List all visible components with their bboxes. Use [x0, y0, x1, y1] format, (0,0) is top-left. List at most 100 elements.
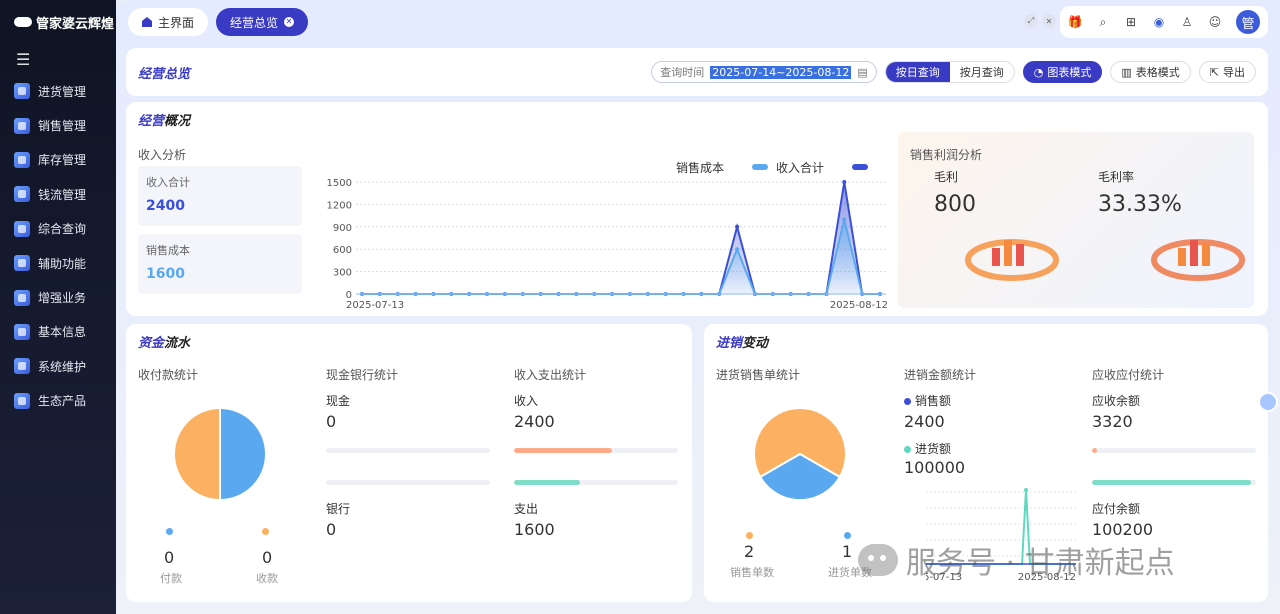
avatar[interactable]: 管 [1236, 10, 1260, 34]
sidebar-item-query[interactable]: 综合查询 [0, 212, 116, 246]
calendar-icon[interactable]: ▤ [857, 66, 867, 79]
income-label: 收入 [514, 394, 539, 408]
book-icon: ▥ [1121, 65, 1132, 79]
x-tick-label: 2025-08-12 [830, 300, 888, 311]
income-total-value: 2400 [146, 198, 185, 214]
cashflow-icon [14, 186, 30, 203]
receivable-value: 3320 [1092, 412, 1133, 431]
app-logo[interactable]: 管家婆云辉煌 [0, 0, 116, 44]
close-icon[interactable]: ✕ [284, 17, 295, 27]
gross-margin-label: 毛利率 [1098, 170, 1135, 184]
tab-bar: 主界面 经营总览 ✕ ⤢ ✕ ⌄ 🎁 ⌕ ⊞ ◉ ♙ ☺ 管 [116, 0, 1280, 44]
income-chart: 销售成本 收入合计1500120090060030002025-07-13 2025… [327, 160, 888, 311]
top-toolbar: 🎁 ⌕ ⊞ ◉ ♙ ☺ 管 [1060, 6, 1268, 38]
sidebar-item-purchase[interactable]: 进货管理 [0, 74, 116, 108]
user-icon[interactable]: ♙ [1180, 15, 1194, 29]
sales-legend-dot [746, 532, 753, 539]
sidebar-item-ecosystem[interactable]: 生态产品 [0, 384, 116, 418]
pie-slice[interactable] [219, 406, 267, 502]
purchase-count: 1 [842, 542, 853, 561]
series-line [362, 219, 880, 295]
income-bar-fill [514, 448, 613, 453]
data-point[interactable] [735, 247, 740, 252]
query-icon [14, 220, 30, 237]
y-tick-label: 900 [333, 223, 352, 234]
data-point[interactable] [842, 180, 847, 184]
income-bar [514, 448, 678, 453]
filter-bar: 查询时间 2025-07-14~2025-08-12 ▤ 按日查询 按月查询 ◔… [651, 61, 1256, 83]
cost-box: 销售成本 1600 [138, 234, 302, 294]
sales-icon [14, 117, 30, 134]
sidebar-item-sales[interactable]: 销售管理 [0, 108, 116, 142]
search-icon[interactable]: ⌕ [1096, 15, 1110, 29]
sidebar-item-basic-info[interactable]: 基本信息 [0, 315, 116, 349]
sidebar-item-auxiliary[interactable]: 辅助功能 [0, 246, 116, 280]
pie-slice[interactable] [173, 406, 221, 502]
sidebar-nav: 进货管理 销售管理 库存管理钱流管理综合查询 辅助功能 增强业务 基本信息系统维护生态产品 [0, 74, 116, 418]
inventory-icon [14, 151, 30, 168]
y-tick-label: 300 [333, 268, 352, 279]
expense-bar-fill [514, 480, 580, 485]
cost-value: 1600 [146, 266, 185, 282]
receive-label: 收款 [256, 572, 278, 585]
series-area [362, 182, 880, 294]
bank-value: 0 [326, 520, 337, 539]
gift-icon[interactable]: 🎁 [1068, 15, 1083, 29]
enhanced-icon [14, 289, 30, 306]
sales-amount-label: 销售额 [904, 392, 951, 409]
cash-bar [326, 448, 490, 453]
funds-card: 资金流水 收付款统计 0 0 付款 收款 现金银行统计 现金 0 银行 0 收入… [126, 324, 692, 602]
sidebar-item-label: 生态产品 [38, 394, 87, 409]
receive-legend-dot [262, 528, 269, 535]
auxiliary-icon [14, 255, 30, 272]
apps-icon[interactable]: ⊞ [1124, 15, 1138, 29]
floating-avatar[interactable] [1258, 392, 1278, 412]
by-day-button[interactable]: 按日查询 [885, 62, 950, 82]
chat-icon[interactable]: ☺ [1208, 15, 1222, 29]
sidebar-item-inventory[interactable]: 库存管理 [0, 143, 116, 177]
gross-margin-value: 33.33% [1098, 192, 1182, 217]
orders-pie-chart [753, 407, 847, 501]
receivable-bar [1092, 448, 1256, 453]
expense-label: 支出 [514, 502, 539, 516]
purchase-amount-value: 100000 [904, 458, 966, 477]
receive-value: 0 [262, 548, 273, 567]
by-month-button[interactable]: 按月查询 [949, 62, 1014, 82]
legend-label: 收入合计 [776, 160, 824, 175]
x-tick-label: 2025-07-13 [346, 300, 404, 311]
sidebar-item-label: 系统维护 [38, 359, 87, 374]
pay-label: 付款 [160, 572, 182, 585]
profit-analysis-title: 销售利润分析 [910, 148, 983, 162]
data-point[interactable] [735, 224, 740, 229]
cash-bank-title: 现金银行统计 [326, 368, 399, 382]
bank-label: 银行 [326, 502, 351, 516]
menu-toggle-icon[interactable]: ☰ [0, 44, 116, 74]
chart-ring-illustration-icon [965, 239, 1059, 281]
date-label: 查询时间 [660, 66, 705, 79]
expense-value: 1600 [514, 520, 555, 539]
sidebar-item-label: 钱流管理 [38, 187, 87, 202]
series-area [362, 219, 880, 294]
data-point[interactable] [842, 217, 847, 222]
fullscreen-icon[interactable]: ⤢ [1024, 14, 1038, 28]
close-all-icon[interactable]: ✕ [1042, 14, 1056, 28]
income-analysis-title: 收入分析 [138, 148, 187, 162]
page-title: 经营总览 [138, 66, 191, 82]
sidebar-item-cashflow[interactable]: 钱流管理 [0, 177, 116, 211]
sidebar-item-enhanced[interactable]: 增强业务 [0, 280, 116, 314]
table-mode-button[interactable]: ▥ 表格模式 [1110, 61, 1191, 83]
tab-home-label: 主界面 [158, 15, 195, 30]
data-point[interactable] [1024, 488, 1028, 492]
tab-business-overview[interactable]: 经营总览 ✕ [216, 8, 309, 36]
legend-swatch [852, 164, 868, 170]
logo-text: 管家婆云辉煌 [36, 16, 115, 32]
chart-mode-button[interactable]: ◔ 图表模式 [1022, 61, 1103, 83]
eye-icon[interactable]: ◉ [1152, 15, 1166, 29]
watermark-text: 服务号 · 甘肃新起点 [906, 546, 1175, 581]
cash-label: 现金 [326, 394, 351, 408]
date-range-input[interactable]: 查询时间 2025-07-14~2025-08-12 ▤ [651, 61, 877, 83]
purchase-amount-label: 进货额 [904, 440, 951, 457]
tab-home[interactable]: 主界面 [128, 8, 209, 36]
sidebar-item-system[interactable]: 系统维护 [0, 349, 116, 383]
export-button[interactable]: ⇱ 导出 [1198, 61, 1256, 83]
